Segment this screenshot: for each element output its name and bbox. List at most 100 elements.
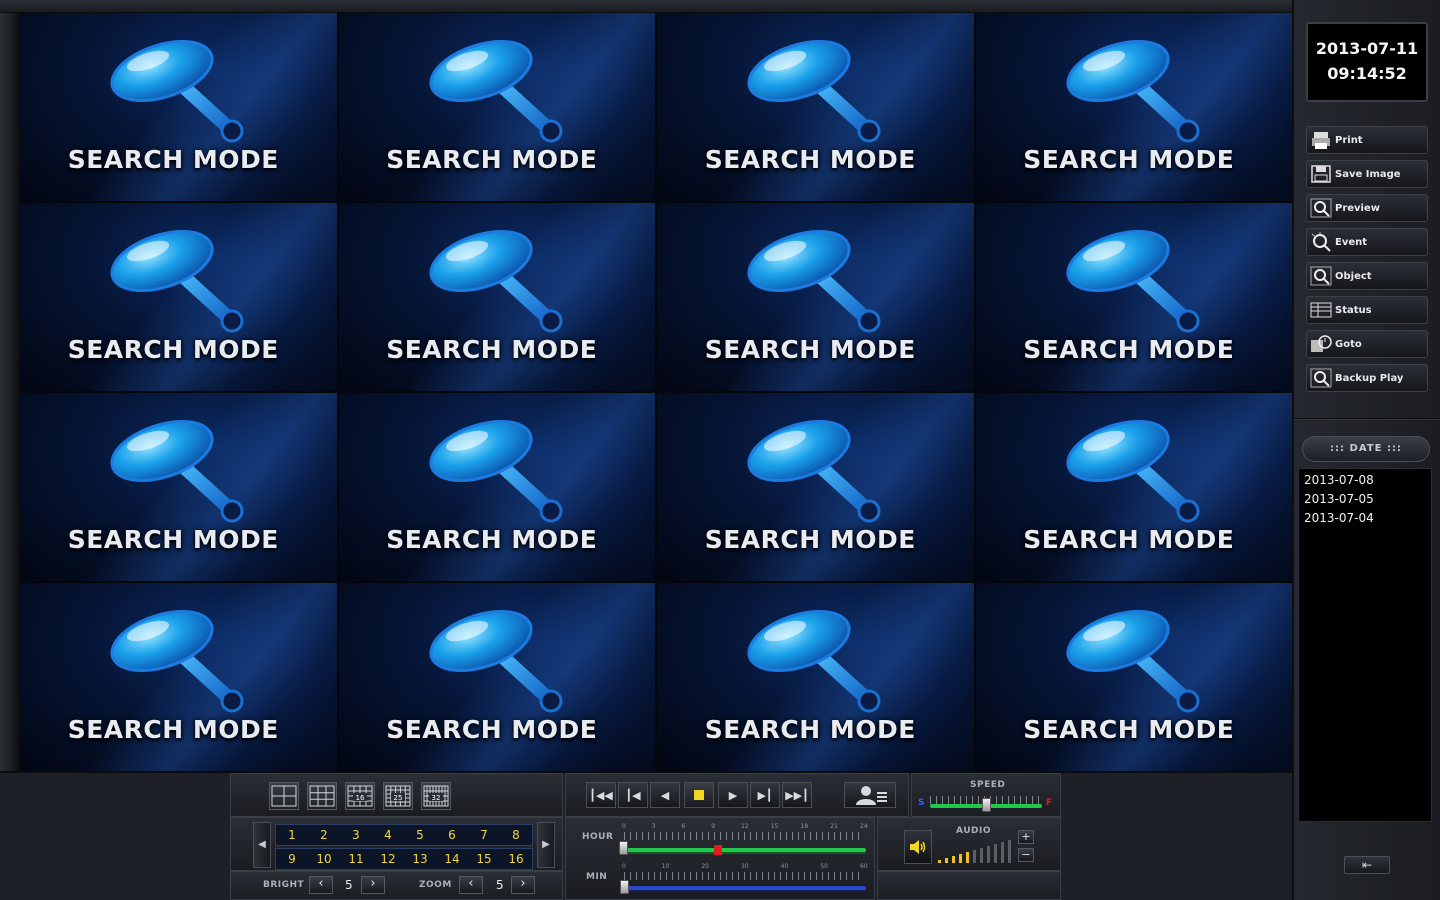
grid-32-icon: 32 — [423, 785, 449, 807]
date-list-item[interactable]: 2013-07-04 — [1304, 511, 1426, 530]
date-list[interactable]: 2013-07-08 2013-07-05 2013-07-04 — [1298, 468, 1432, 822]
camera-tile[interactable]: SEARCH MODE — [657, 13, 974, 201]
channel-prev-button[interactable]: ◀ — [253, 822, 271, 868]
channel-button[interactable]: 3 — [341, 825, 371, 845]
bright-decrease-button[interactable]: ‹ — [309, 876, 333, 894]
magnifier-icon — [1065, 40, 1199, 143]
camera-tile[interactable]: SEARCH MODE — [657, 393, 974, 581]
speed-slow-label: S — [918, 798, 925, 808]
camera-tile[interactable]: SEARCH MODE — [338, 13, 655, 201]
side-menu-label: Preview — [1335, 202, 1381, 214]
camera-tile[interactable]: SEARCH MODE — [338, 583, 655, 771]
channel-button[interactable]: 14 — [437, 849, 467, 869]
channel-button[interactable]: 6 — [437, 825, 467, 845]
layout-9-button[interactable] — [307, 782, 337, 810]
camera-tile[interactable]: SEARCH MODE — [338, 393, 655, 581]
channel-button[interactable]: 10 — [309, 849, 339, 869]
goto-button[interactable]: Goto — [1306, 330, 1428, 358]
bright-zoom-panel: BRIGHT ‹ 5 › ZOOM ‹ 5 › — [230, 871, 563, 900]
layout-16-button[interactable]: 16 — [345, 782, 375, 810]
zoom-increase-button[interactable]: › — [511, 876, 535, 894]
layout-32-button[interactable]: 32 — [421, 782, 451, 810]
tile-label: SEARCH MODE — [67, 525, 279, 554]
speed-fast-label: F — [1046, 798, 1053, 808]
exit-button[interactable]: ⇤ — [1344, 856, 1390, 874]
camera-tile[interactable]: SEARCH MODE — [20, 203, 337, 391]
magnifier-icon — [110, 420, 244, 523]
layout-25-button[interactable]: 25 — [383, 782, 413, 810]
channel-button[interactable]: 7 — [469, 825, 499, 845]
backup-play-button[interactable]: Backup Play — [1306, 364, 1428, 392]
users-button[interactable] — [844, 782, 896, 808]
channel-button[interactable]: 12 — [373, 849, 403, 869]
stop-button[interactable] — [684, 782, 714, 808]
speaker-icon — [910, 840, 926, 854]
skip-to-end-button[interactable]: ▶▶┃ — [782, 782, 812, 808]
magnifier-icon — [1065, 610, 1199, 713]
channel-button[interactable]: 11 — [341, 849, 371, 869]
goto-clock-icon — [1307, 331, 1335, 357]
min-tick-marks — [624, 872, 864, 880]
side-menu-label: Save Image — [1335, 168, 1401, 180]
skip-to-start-button[interactable]: ┃◀◀ — [586, 782, 616, 808]
camera-tile[interactable]: SEARCH MODE — [975, 203, 1292, 391]
print-button[interactable]: Print — [1306, 126, 1428, 154]
clock-display: 2013-07-11 09:14:52 — [1306, 22, 1428, 102]
channel-button[interactable]: 5 — [405, 825, 435, 845]
preview-button[interactable]: Preview — [1306, 194, 1428, 222]
grid-3x3-icon — [309, 785, 335, 807]
channel-button[interactable]: 8 — [501, 825, 531, 845]
camera-tile[interactable]: SEARCH MODE — [657, 203, 974, 391]
status-button[interactable]: Status — [1306, 296, 1428, 324]
zoom-decrease-button[interactable]: ‹ — [459, 876, 483, 894]
skip-to-end-icon: ▶▶┃ — [785, 788, 809, 802]
camera-tile[interactable]: SEARCH MODE — [975, 13, 1292, 201]
hour-position-marker[interactable] — [714, 845, 722, 855]
play-button[interactable]: ▶ — [718, 782, 748, 808]
volume-up-button[interactable]: + — [1018, 830, 1034, 844]
save-image-button[interactable]: Save Image — [1306, 160, 1428, 188]
channel-button[interactable]: 9 — [277, 849, 307, 869]
step-forward-button[interactable]: ▶┃ — [750, 782, 780, 808]
channel-panel: ◀ 12345678 9 10 11 12 13 14 15 16 ▶ — [230, 817, 563, 871]
camera-tile[interactable]: SEARCH MODE — [975, 393, 1292, 581]
magnifier-icon — [747, 40, 881, 143]
divider — [1294, 418, 1440, 420]
camera-tile[interactable]: SEARCH MODE — [975, 583, 1292, 771]
bright-increase-button[interactable]: › — [361, 876, 385, 894]
magnifier-icon — [428, 420, 562, 523]
channel-button[interactable]: 1 — [277, 825, 307, 845]
reverse-play-button[interactable]: ◀ — [650, 782, 680, 808]
channel-button[interactable]: 4 — [373, 825, 403, 845]
channel-button[interactable]: 15 — [469, 849, 499, 869]
camera-tile[interactable]: SEARCH MODE — [20, 583, 337, 771]
date-list-item[interactable]: 2013-07-05 — [1304, 492, 1426, 511]
event-magnifier-icon — [1307, 229, 1335, 255]
users-icon — [856, 786, 887, 805]
volume-down-button[interactable]: − — [1018, 848, 1034, 862]
hour-slider-thumb[interactable] — [619, 841, 628, 855]
magnifier-icon — [428, 610, 562, 713]
object-button[interactable]: Object — [1306, 262, 1428, 290]
event-button[interactable]: Event — [1306, 228, 1428, 256]
camera-tile[interactable]: SEARCH MODE — [338, 203, 655, 391]
channel-button[interactable]: 13 — [405, 849, 435, 869]
date-list-item[interactable]: 2013-07-08 — [1304, 473, 1426, 492]
layout-4-button[interactable] — [269, 782, 299, 810]
min-label: MIN — [586, 872, 608, 882]
channel-next-button[interactable]: ▶ — [537, 822, 555, 868]
side-menu-label: Goto — [1335, 338, 1362, 350]
channel-button[interactable]: 2 — [309, 825, 339, 845]
camera-tile[interactable]: SEARCH MODE — [657, 583, 974, 771]
mute-button[interactable] — [904, 830, 932, 864]
camera-tile[interactable]: SEARCH MODE — [20, 13, 337, 201]
step-back-button[interactable]: ┃◀ — [618, 782, 648, 808]
left-strip — [0, 13, 20, 771]
tick-label: 21 — [830, 823, 838, 830]
tile-label: SEARCH MODE — [704, 335, 916, 364]
min-slider-thumb[interactable] — [620, 880, 629, 894]
speed-slider-thumb[interactable] — [982, 798, 991, 812]
channel-button[interactable]: 16 — [501, 849, 531, 869]
arrow-left-icon: ◀ — [258, 839, 266, 850]
camera-tile[interactable]: SEARCH MODE — [20, 393, 337, 581]
